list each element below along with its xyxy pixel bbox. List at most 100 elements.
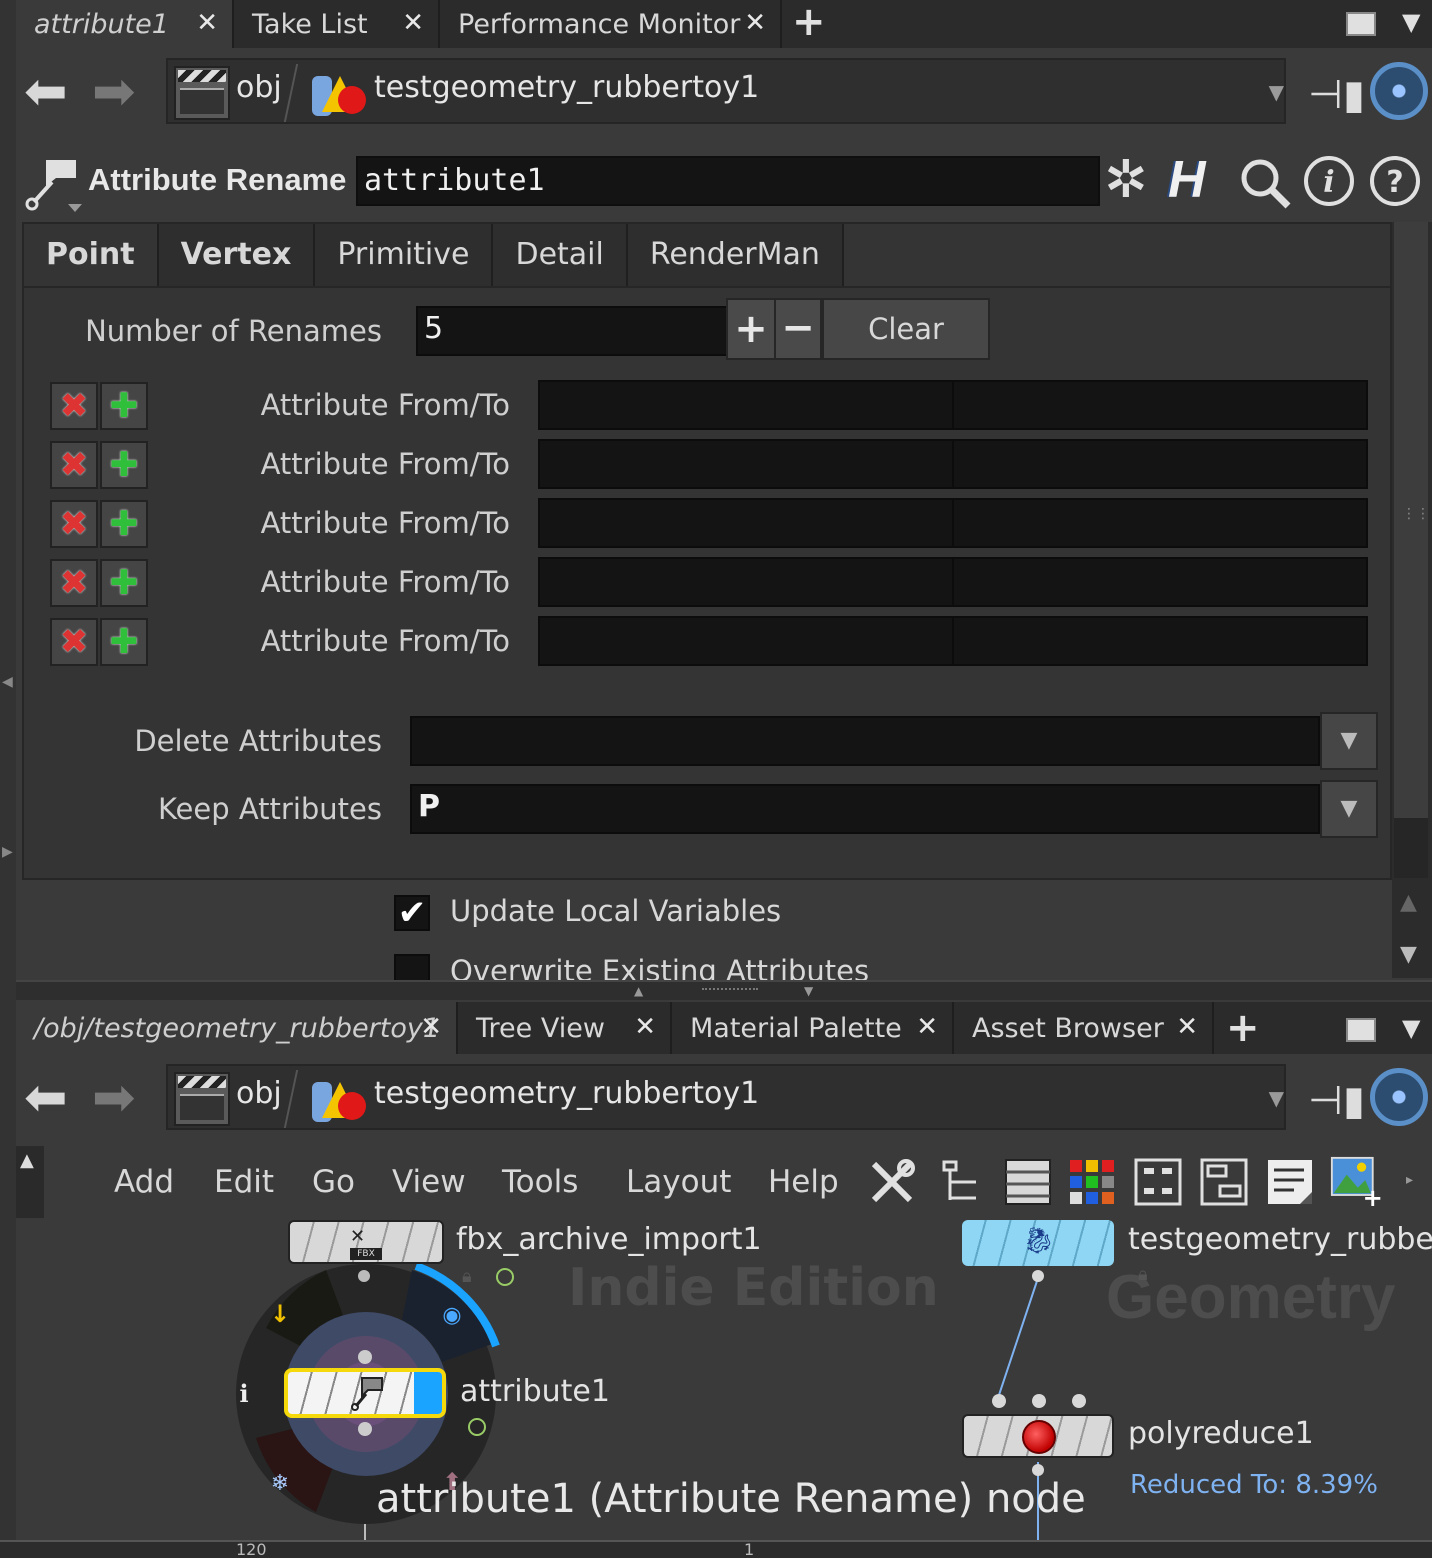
path-node[interactable]: testgeometry_rubbertoy1 — [374, 1076, 759, 1111]
path-node[interactable]: testgeometry_rubbertoy1 — [374, 70, 759, 105]
attribute1-node[interactable] — [284, 1368, 446, 1418]
forward-arrow-icon[interactable]: ➡ — [92, 66, 136, 118]
delete-attributes-dropdown-icon[interactable]: ▼ — [1320, 712, 1378, 770]
tab-network-path[interactable]: /obj/testgeometry_rubbertoy1 ✕ — [16, 1002, 458, 1054]
insert-row-icon[interactable]: ✚ — [100, 559, 148, 607]
attribute-from-field[interactable] — [538, 616, 954, 666]
maximize-icon[interactable] — [1346, 12, 1376, 36]
back-arrow-icon[interactable]: ⬅ — [24, 1072, 68, 1124]
fbx-archive-import-node[interactable]: ✕ FBX — [288, 1220, 444, 1264]
list-view-icon[interactable] — [1002, 1156, 1054, 1208]
toolbar-overflow-icon[interactable]: ▸ — [1406, 1172, 1413, 1188]
close-icon[interactable]: ✕ — [634, 1012, 656, 1042]
link-ring-icon[interactable] — [1370, 1068, 1428, 1126]
remove-rename-button[interactable]: − — [774, 298, 822, 360]
pane-menu-icon[interactable]: ▼ — [1402, 8, 1420, 36]
link-ring-icon[interactable] — [1370, 62, 1428, 120]
help-icon[interactable]: ? — [1368, 154, 1422, 208]
delete-row-icon[interactable]: ✖ — [50, 618, 98, 666]
attribute-to-field[interactable] — [952, 616, 1368, 666]
menu-add[interactable]: Add — [114, 1164, 174, 1200]
menu-layout[interactable]: Layout — [626, 1164, 731, 1200]
close-icon[interactable]: ✕ — [916, 1012, 938, 1042]
pane-splitter[interactable]: ▲ ▼ — [16, 980, 1432, 1000]
attribute-from-field[interactable] — [538, 498, 954, 548]
tree-list-icon[interactable] — [936, 1156, 988, 1208]
tab-take-list[interactable]: Take List ✕ — [234, 0, 440, 48]
tab-attribute1[interactable]: attribute1 ✕ — [16, 0, 234, 48]
keep-attributes-dropdown-icon[interactable]: ▼ — [1320, 780, 1378, 838]
pin-icon[interactable]: ⊣▮ — [1308, 72, 1365, 118]
attribute-from-field[interactable] — [538, 439, 954, 489]
attribute-from-field[interactable] — [538, 557, 954, 607]
testgeometry-node-label[interactable]: testgeometry_rubber — [1128, 1222, 1432, 1257]
polyreduce-node[interactable] — [962, 1414, 1114, 1458]
attribute-to-field[interactable] — [952, 557, 1368, 607]
info-icon[interactable]: i — [1302, 154, 1356, 208]
update-local-variables-checkbox[interactable]: ✔ — [394, 895, 430, 931]
path-root[interactable]: obj — [236, 70, 282, 105]
tools-wrench-icon[interactable] — [866, 1156, 918, 1208]
maximize-icon[interactable] — [1346, 1018, 1376, 1042]
sticky-note-icon[interactable] — [1264, 1156, 1316, 1208]
menu-help[interactable]: Help — [768, 1164, 839, 1200]
menu-go[interactable]: Go — [312, 1164, 355, 1200]
delete-row-icon[interactable]: ✖ — [50, 382, 98, 430]
houdini-h-icon[interactable]: H — [1168, 150, 1206, 210]
gear-icon[interactable]: ✲ — [1104, 150, 1148, 210]
path-dropdown-icon[interactable]: ▼ — [1269, 1086, 1284, 1110]
forward-arrow-icon[interactable]: ➡ — [92, 1072, 136, 1124]
attribute1-node-label[interactable]: attribute1 — [460, 1374, 610, 1409]
insert-row-icon[interactable]: ✚ — [100, 618, 148, 666]
scrollbar-thumb[interactable] — [1394, 818, 1428, 878]
insert-row-icon[interactable]: ✚ — [100, 441, 148, 489]
parameter-scrollbar[interactable]: ⋮⋮ ▲ ▼ — [1392, 222, 1432, 978]
tab-performance-monitor[interactable]: Performance Monitor ✕ — [440, 0, 782, 48]
color-palette-icon[interactable] — [1066, 1156, 1118, 1208]
pane-menu-icon[interactable]: ▼ — [1402, 1014, 1420, 1042]
tab-renderman[interactable]: RenderMan — [627, 224, 844, 286]
menu-tools[interactable]: Tools — [502, 1164, 578, 1200]
add-rename-button[interactable]: + — [726, 298, 776, 360]
tab-tree-view[interactable]: Tree View ✕ — [458, 1002, 672, 1054]
menu-edit[interactable]: Edit — [214, 1164, 274, 1200]
close-icon[interactable]: ✕ — [744, 8, 766, 38]
clear-button[interactable]: Clear — [822, 298, 990, 360]
network-editor[interactable]: Indie Edition Geometry ↓ ◉ i ❄ ⬆ ✕ FBX f… — [16, 1218, 1432, 1540]
grid-layout-icon[interactable] — [1132, 1156, 1184, 1208]
path-root[interactable]: obj — [236, 1076, 282, 1111]
insert-row-icon[interactable]: ✚ — [100, 500, 148, 548]
close-icon[interactable]: ✕ — [1176, 1012, 1198, 1042]
tab-point[interactable]: Point — [24, 224, 159, 286]
path-field[interactable]: obj testgeometry_rubbertoy1 ▼ — [166, 58, 1286, 124]
add-tab-icon[interactable]: + — [792, 2, 826, 42]
delete-row-icon[interactable]: ✖ — [50, 559, 98, 607]
path-dropdown-icon[interactable]: ▼ — [1269, 80, 1284, 104]
network-layout-icon[interactable] — [1198, 1156, 1250, 1208]
insert-row-icon[interactable]: ✚ — [100, 382, 148, 430]
close-icon[interactable]: ✕ — [196, 8, 218, 38]
polyreduce-node-label[interactable]: polyreduce1 — [1128, 1416, 1314, 1451]
menu-view[interactable]: View — [392, 1164, 466, 1200]
attribute-to-field[interactable] — [952, 380, 1368, 430]
tab-detail[interactable]: Detail — [493, 224, 628, 286]
timeline-strip[interactable]: 120 1 — [0, 1540, 1432, 1558]
number-of-renames-field[interactable]: 5 — [416, 306, 728, 356]
search-icon[interactable] — [1236, 154, 1294, 212]
path-field[interactable]: obj testgeometry_rubbertoy1 ▼ — [166, 1064, 1286, 1130]
tab-vertex[interactable]: Vertex — [158, 224, 316, 286]
fbx-node-label[interactable]: fbx_archive_import1 — [456, 1222, 762, 1257]
node-name-field[interactable]: attribute1 — [356, 156, 1100, 206]
tab-asset-browser[interactable]: Asset Browser ✕ — [954, 1002, 1214, 1054]
delete-row-icon[interactable]: ✖ — [50, 500, 98, 548]
tab-material-palette[interactable]: Material Palette ✕ — [672, 1002, 954, 1054]
scroll-up-icon[interactable]: ▲ — [1400, 890, 1417, 915]
attribute-to-field[interactable] — [952, 439, 1368, 489]
add-background-image-icon[interactable]: + — [1328, 1156, 1384, 1208]
pin-icon[interactable]: ⊣▮ — [1308, 1078, 1365, 1124]
back-arrow-icon[interactable]: ⬅ — [24, 66, 68, 118]
delete-row-icon[interactable]: ✖ — [50, 441, 98, 489]
testgeometry-node[interactable]: 🐉︎ — [962, 1220, 1114, 1266]
close-icon[interactable]: ✕ — [420, 1012, 442, 1042]
add-tab-icon[interactable]: + — [1226, 1008, 1260, 1048]
